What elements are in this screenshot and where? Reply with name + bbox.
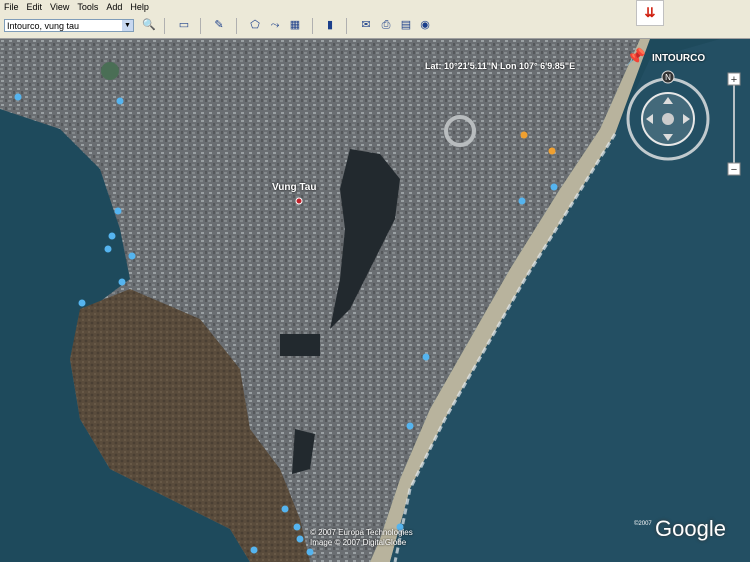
search-value: Intourco, vung tau xyxy=(7,21,80,31)
email-button[interactable]: ✉ xyxy=(357,17,375,34)
path-button[interactable]: ⤳ xyxy=(266,17,284,34)
toolbar-separator xyxy=(200,18,201,34)
plus-icon: + xyxy=(731,74,737,86)
navigation-controls: N + − xyxy=(626,70,741,176)
toolbar-separator xyxy=(164,18,165,34)
double-chevron-down-icon: ⇊ xyxy=(644,5,656,20)
ruler-icon: ▮ xyxy=(326,19,334,31)
city-marker xyxy=(295,197,303,205)
toolbar-separator xyxy=(312,18,313,34)
sidebar-icon: ▭ xyxy=(178,19,190,31)
center-icon[interactable] xyxy=(662,113,674,125)
pond xyxy=(280,334,320,356)
search-icon: 🔍 xyxy=(142,19,156,31)
city-label[interactable]: Vung Tau xyxy=(272,182,316,193)
sky-icon: ◉ xyxy=(420,19,430,31)
imagery-copyright: © 2007 Europa Technologies Image © 2007 … xyxy=(310,528,413,548)
menu-help[interactable]: Help xyxy=(126,0,153,14)
toolbar-separator xyxy=(346,18,347,34)
minus-icon: − xyxy=(731,164,737,176)
logo-year: ©2007 xyxy=(634,521,652,527)
map-icon: ▤ xyxy=(400,19,412,31)
menu-add[interactable]: Add xyxy=(102,0,126,14)
compass-north: N xyxy=(665,73,671,82)
image-overlay-button[interactable]: ▦ xyxy=(286,17,304,34)
park xyxy=(101,62,119,80)
search-button[interactable]: 🔍 xyxy=(140,17,158,34)
menu-file[interactable]: File xyxy=(0,0,23,14)
menu-tools[interactable]: Tools xyxy=(73,0,102,14)
path-icon: ⤳ xyxy=(270,19,280,31)
overlay-icon: ▦ xyxy=(289,19,301,31)
email-icon: ✉ xyxy=(361,19,371,31)
menu-view[interactable]: View xyxy=(46,0,73,14)
print-icon: ⎙ xyxy=(381,19,391,31)
chevron-down-icon[interactable]: ▼ xyxy=(122,20,133,31)
pushpin-icon[interactable]: 📌 xyxy=(626,47,646,67)
pushpin-icon: ✎ xyxy=(214,19,224,31)
sky-button[interactable]: ◉ xyxy=(416,17,434,34)
ruler-button[interactable]: ▮ xyxy=(321,17,339,34)
toolbar-separator xyxy=(236,18,237,34)
print-button[interactable]: ⎙ xyxy=(377,17,395,34)
sidebar-toggle-button[interactable]: ▭ xyxy=(175,17,193,34)
search-input[interactable]: Intourco, vung tau ▼ xyxy=(4,19,134,32)
menu-edit[interactable]: Edit xyxy=(23,0,47,14)
google-maps-button[interactable]: ▤ xyxy=(397,17,415,34)
polygon-button[interactable]: ⬠ xyxy=(246,17,264,34)
copyright-line1: © 2007 Europa Technologies xyxy=(310,528,413,537)
google-logo: Google xyxy=(655,516,726,541)
map-view[interactable]: Lat: 10°21'5.11"N Lon 107° 6'9.85"E 📌 IN… xyxy=(0,39,750,562)
placemark-button[interactable]: ✎ xyxy=(210,17,228,34)
copyright-line2: Image © 2007 DigitalGlobe xyxy=(310,538,407,547)
fly-to-button[interactable]: ⇊ xyxy=(636,0,664,26)
coordinates-readout: Lat: 10°21'5.11"N Lon 107° 6'9.85"E xyxy=(425,61,576,71)
placemark-label[interactable]: INTOURCO xyxy=(652,53,705,64)
polygon-icon: ⬠ xyxy=(250,19,260,31)
